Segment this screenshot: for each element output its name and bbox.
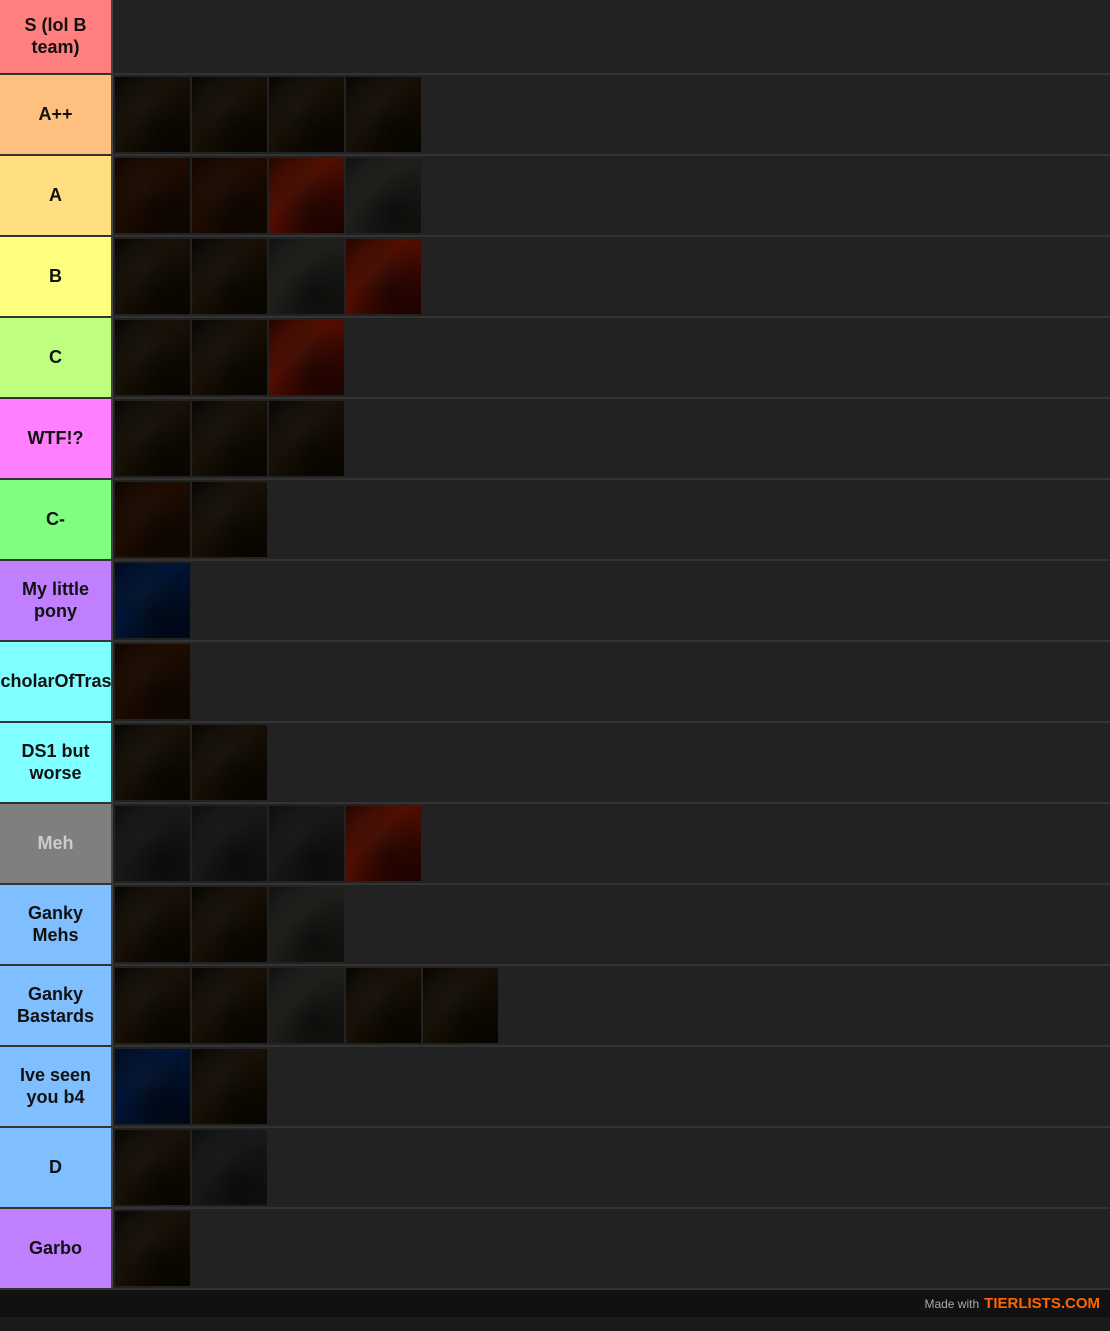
tier-image [192, 968, 267, 1043]
tier-image [346, 239, 421, 314]
tier-image [115, 239, 190, 314]
tier-row-cminus: C- [0, 480, 1110, 561]
tier-content-b [113, 237, 1110, 316]
tier-row-s: S (lol B team) [0, 0, 1110, 75]
tier-row-a: A [0, 156, 1110, 237]
tier-image [346, 968, 421, 1043]
tier-image [192, 725, 267, 800]
tier-label-cminus: C- [0, 480, 113, 559]
tier-row-d: D [0, 1128, 1110, 1209]
tier-image [269, 887, 344, 962]
tier-label-app: A++ [0, 75, 113, 154]
tier-content-s [113, 0, 1110, 73]
tier-label-gankyb: Ganky Bastards [0, 966, 113, 1045]
tier-label-ganky: Ganky Mehs [0, 885, 113, 964]
tier-image [346, 77, 421, 152]
tier-image [192, 320, 267, 395]
tier-row-scholar: ScholarOfTrash [0, 642, 1110, 723]
tier-row-app: A++ [0, 75, 1110, 156]
tier-content-mlp [113, 561, 1110, 640]
tier-content-a [113, 156, 1110, 235]
tier-image [269, 158, 344, 233]
tier-content-seen [113, 1047, 1110, 1126]
tier-image [115, 644, 190, 719]
tier-image [115, 401, 190, 476]
tier-label-ds1: DS1 but worse [0, 723, 113, 802]
tier-image [192, 1130, 267, 1205]
tier-image [192, 401, 267, 476]
tier-label-b: B [0, 237, 113, 316]
watermark-made-with: Made with [924, 1297, 979, 1311]
tier-label-scholar: ScholarOfTrash [0, 642, 113, 721]
tier-image [192, 1049, 267, 1124]
tier-content-gankyb [113, 966, 1110, 1045]
tier-row-ds1: DS1 but worse [0, 723, 1110, 804]
tier-content-ds1 [113, 723, 1110, 802]
tier-image [192, 482, 267, 557]
tier-image [269, 77, 344, 152]
tier-image [115, 806, 190, 881]
tier-row-garbo: Garbo [0, 1209, 1110, 1290]
tier-label-s: S (lol B team) [0, 0, 113, 73]
tier-image [115, 887, 190, 962]
tier-image [269, 239, 344, 314]
tier-image [269, 968, 344, 1043]
tier-content-scholar [113, 642, 1110, 721]
tier-content-garbo [113, 1209, 1110, 1288]
tier-content-app [113, 75, 1110, 154]
tier-content-d [113, 1128, 1110, 1207]
tier-label-mlp: My little pony [0, 561, 113, 640]
tier-image [192, 158, 267, 233]
tier-image [346, 158, 421, 233]
tier-image [192, 806, 267, 881]
tier-row-seen: Ive seen you b4 [0, 1047, 1110, 1128]
tier-image [115, 77, 190, 152]
tier-row-c: C [0, 318, 1110, 399]
tier-row-meh: Meh [0, 804, 1110, 885]
tier-image [192, 77, 267, 152]
tier-image [115, 320, 190, 395]
tier-label-meh: Meh [0, 804, 113, 883]
tier-image [115, 1049, 190, 1124]
tier-image [269, 320, 344, 395]
tier-label-c: C [0, 318, 113, 397]
tier-image [115, 968, 190, 1043]
tier-image [269, 806, 344, 881]
tier-row-mlp: My little pony [0, 561, 1110, 642]
tier-image [115, 1130, 190, 1205]
watermark: Made with TIERLISTS.COM [0, 1290, 1110, 1317]
tier-label-a: A [0, 156, 113, 235]
tier-content-ganky [113, 885, 1110, 964]
tier-content-cminus [113, 480, 1110, 559]
tier-label-d: D [0, 1128, 113, 1207]
tier-row-gankyb: Ganky Bastards [0, 966, 1110, 1047]
tier-image [115, 725, 190, 800]
tier-image [192, 887, 267, 962]
tier-image [115, 563, 190, 638]
tier-image [269, 401, 344, 476]
tier-content-wtf [113, 399, 1110, 478]
tier-label-wtf: WTF!? [0, 399, 113, 478]
tier-label-garbo: Garbo [0, 1209, 113, 1288]
tier-content-meh [113, 804, 1110, 883]
tier-content-c [113, 318, 1110, 397]
watermark-brand: TIERLISTS.COM [984, 1295, 1100, 1312]
tier-list: S (lol B team)A++ABCWTF!?C-My little pon… [0, 0, 1110, 1290]
tier-image [115, 482, 190, 557]
tier-image [115, 1211, 190, 1286]
tier-image [423, 968, 498, 1043]
tier-row-wtf: WTF!? [0, 399, 1110, 480]
tier-image [192, 239, 267, 314]
tier-row-ganky: Ganky Mehs [0, 885, 1110, 966]
tier-image [346, 806, 421, 881]
tier-row-b: B [0, 237, 1110, 318]
tier-label-seen: Ive seen you b4 [0, 1047, 113, 1126]
tier-image [115, 158, 190, 233]
